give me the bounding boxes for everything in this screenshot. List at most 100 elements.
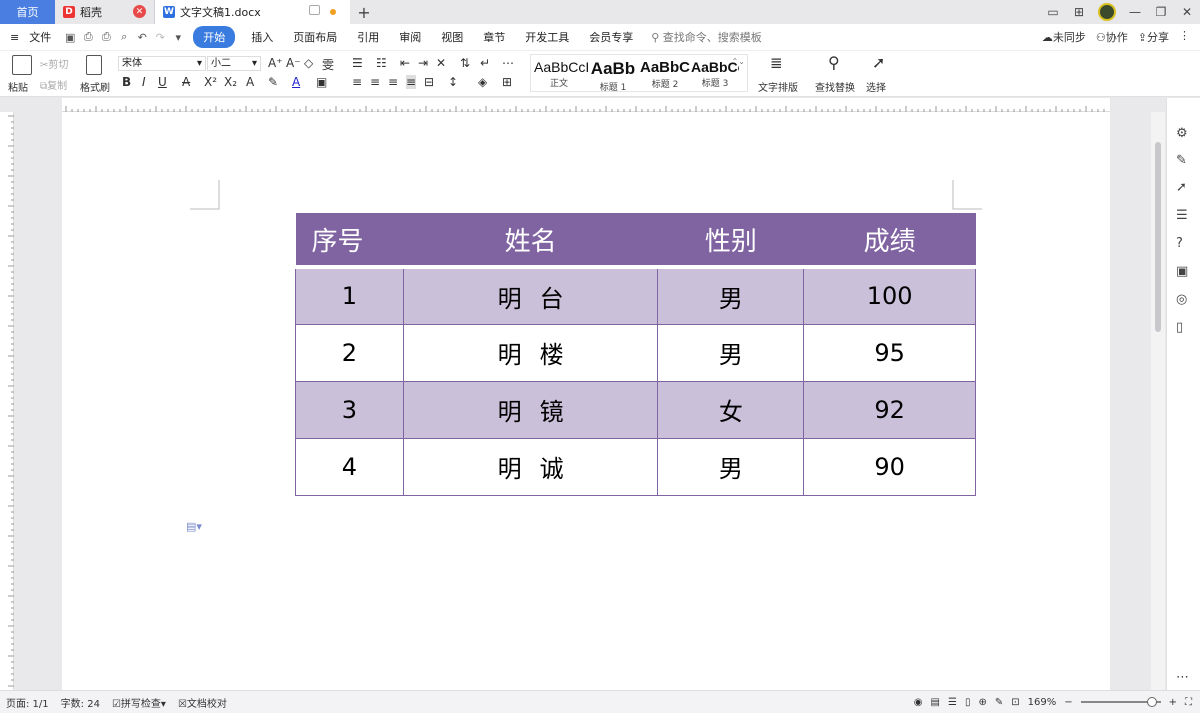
style-set-icon[interactable]: ⚙ [1176, 126, 1188, 141]
copy-button[interactable]: ⧉复制 [40, 77, 67, 92]
paragraph-options-icon[interactable]: ▤▾ [186, 520, 202, 533]
char-border-icon[interactable]: ▣ [316, 75, 327, 89]
style-heading-2[interactable]: AaBbC 标题 2 [639, 59, 691, 90]
paste-icon[interactable] [12, 55, 32, 75]
document-page[interactable]: 序号 姓名 性别 成绩 1 明台 男 100 2 明楼 男 95 3 明镜 女 … [62, 112, 1110, 690]
shrink-font-icon[interactable]: A⁻ [286, 56, 301, 70]
paste-button[interactable]: 粘贴 [8, 79, 28, 94]
fullscreen-icon[interactable]: ⛶ [1185, 697, 1192, 708]
redo-icon[interactable]: ↷ [151, 31, 169, 44]
page-view-icon[interactable]: ▤ [931, 697, 940, 708]
tab-view[interactable]: 视图 [431, 29, 473, 45]
save-icon[interactable]: ▣ [61, 31, 79, 44]
line-spacing-icon[interactable]: ↕ [448, 75, 458, 89]
cell-name[interactable]: 明镜 [402, 380, 659, 439]
tab-section[interactable]: 章节 [473, 29, 515, 45]
text-layout-icon[interactable]: ≣ [770, 54, 783, 72]
undo-icon[interactable]: ↶ [133, 31, 151, 44]
eye-protection-icon[interactable]: ◉ [914, 697, 923, 708]
customize-quick-access-icon[interactable]: ▾ [169, 31, 187, 44]
tab-review[interactable]: 审阅 [389, 29, 431, 45]
cell-score[interactable]: 100 [803, 266, 976, 325]
home-tab[interactable]: 首页 [0, 0, 55, 24]
close-tab-icon[interactable]: ✕ [133, 5, 146, 18]
command-search[interactable]: ⚲ 查找命令、搜索模板 [643, 29, 762, 45]
select-button[interactable]: 选择 [866, 79, 886, 94]
bullet-list-icon[interactable]: ☰ [352, 56, 363, 70]
show-marks-icon[interactable]: ↵ [480, 56, 490, 70]
font-color-icon[interactable]: A [292, 75, 300, 89]
grow-font-icon[interactable]: A⁺ [268, 56, 283, 70]
style-scroll-icon[interactable]: ⌃⌄ [732, 57, 745, 66]
more-icon[interactable]: ⋮ [1179, 29, 1190, 45]
cell-name[interactable]: 明诚 [402, 437, 659, 496]
zoom-out-icon[interactable]: − [1064, 697, 1072, 708]
file-menu[interactable]: 文件 [29, 29, 61, 45]
zoom-slider-knob[interactable] [1146, 697, 1157, 707]
text-layout-button[interactable]: 文字排版 [758, 79, 798, 94]
tab-references[interactable]: 引用 [347, 29, 389, 45]
tab-marks-icon[interactable]: ⋯ [502, 56, 514, 70]
style-heading-1[interactable]: AaBb 标题 1 [587, 59, 639, 93]
find-icon[interactable]: ⚲ [828, 53, 840, 72]
word-count[interactable]: 字数: 24 [55, 695, 106, 710]
font-name-select[interactable]: 宋体 ▾ [118, 56, 206, 71]
write-view-icon[interactable]: ✎ [995, 697, 1003, 708]
cell-gender[interactable]: 男 [657, 437, 805, 496]
outline-view-icon[interactable]: ☰ [948, 697, 957, 708]
italic-icon[interactable]: I [142, 75, 146, 89]
strikethrough-icon[interactable]: A [182, 75, 190, 89]
reading-view-icon[interactable]: ▯ [965, 697, 971, 708]
cell-number[interactable]: 3 [295, 380, 404, 439]
cell-name[interactable]: 明楼 [402, 323, 659, 382]
sliders-icon[interactable]: ☰ [1176, 208, 1188, 223]
cursor-icon[interactable]: ➚ [872, 53, 885, 72]
justify-icon[interactable]: ≡ [406, 75, 417, 89]
cell-number[interactable]: 4 [295, 437, 404, 496]
tab-member[interactable]: 会员专享 [579, 29, 643, 45]
zoom-in-icon[interactable]: + [1169, 697, 1177, 708]
export-pdf-icon[interactable]: ⎙ [79, 30, 97, 44]
clear-format-icon[interactable]: ◇ [304, 56, 313, 70]
cell-score[interactable]: 95 [803, 323, 976, 382]
chinese-layout-icon[interactable]: ✕ [436, 56, 446, 70]
find-replace-button[interactable]: 查找替换 [815, 79, 855, 94]
decrease-indent-icon[interactable]: ⇤ [400, 56, 410, 70]
phonetic-icon[interactable]: 雯 [322, 56, 334, 73]
cell-score[interactable]: 90 [803, 437, 976, 496]
cut-button[interactable]: ✂剪切 [40, 56, 68, 71]
page-indicator[interactable]: 页面: 1/1 [0, 695, 55, 710]
vertical-ruler[interactable] [0, 112, 14, 690]
new-tab-button[interactable]: + [350, 0, 378, 24]
format-painter-icon[interactable] [86, 55, 102, 75]
spell-check-button[interactable]: ☑拼写检查▾ [106, 695, 172, 710]
collab-button[interactable]: ⚇协作 [1096, 29, 1128, 45]
zoom-level[interactable]: 169% [1028, 697, 1057, 708]
print-icon[interactable]: ⎙ [97, 30, 115, 44]
layout-icon[interactable]: ▭ [1040, 5, 1066, 19]
cell-score[interactable]: 92 [803, 380, 976, 439]
underline-icon[interactable]: U [158, 75, 167, 89]
format-painter-button[interactable]: 格式刷 [80, 79, 110, 94]
menu-icon[interactable]: ≡ [0, 31, 29, 44]
highlight-icon[interactable]: ✎ [268, 75, 278, 89]
print-preview-icon[interactable]: ⌕ [115, 30, 133, 44]
tab-insert[interactable]: 插入 [241, 29, 283, 45]
borders-icon[interactable]: ⊞ [502, 75, 512, 89]
superscript-icon[interactable]: X² [204, 75, 217, 89]
align-left-icon[interactable]: ≡ [352, 75, 362, 89]
subscript-icon[interactable]: X₂ [224, 75, 237, 89]
help-icon[interactable]: ? [1176, 236, 1183, 251]
cell-gender[interactable]: 男 [657, 266, 805, 325]
share-button[interactable]: ⇪分享 [1138, 29, 1169, 45]
cell-number[interactable]: 1 [295, 266, 404, 325]
vertical-scrollbar[interactable] [1151, 112, 1165, 690]
tab-home-ribbon[interactable]: 开始 [193, 26, 236, 48]
font-size-select[interactable]: 小二 ▾ [207, 56, 261, 71]
pen-icon[interactable]: ✎ [1176, 153, 1187, 168]
location-icon[interactable]: ◎ [1176, 292, 1187, 307]
sync-button[interactable]: ☁未同步 [1042, 29, 1086, 45]
cell-number[interactable]: 2 [295, 323, 404, 382]
shading-icon[interactable]: ◈ [478, 75, 487, 89]
tab-daoke[interactable]: D 稻壳 ✕ [55, 0, 155, 24]
